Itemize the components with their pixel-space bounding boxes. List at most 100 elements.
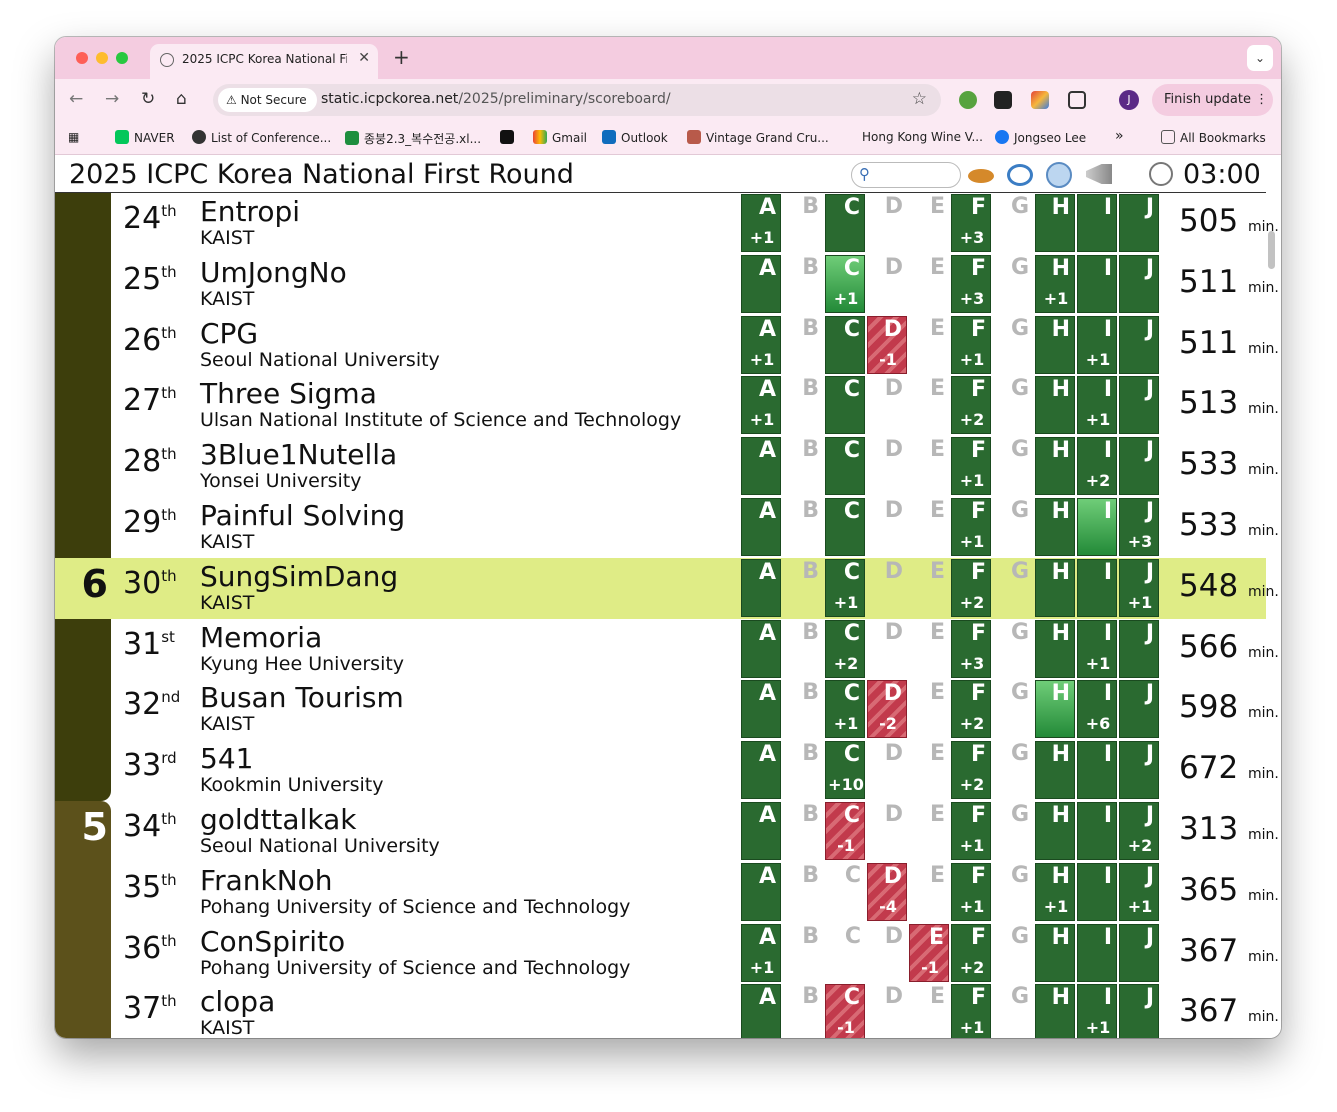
scrollbar-thumb[interactable] [1268, 231, 1275, 269]
problem-letter: E [929, 802, 945, 827]
bookmark-conferences[interactable]: List of Conference... [192, 130, 331, 145]
bookmark-vintage[interactable]: Vintage Grand Cru... [687, 130, 829, 145]
rank-number: 29 [123, 505, 162, 540]
problem-letter: D [884, 802, 903, 827]
apps-grid-icon[interactable]: ▦ [68, 130, 79, 144]
rank: 37th [123, 991, 177, 1026]
attempt-count: +1 [1085, 653, 1111, 673]
bookmark-star-icon[interactable]: ☆ [912, 89, 927, 109]
rank: 25th [123, 262, 177, 297]
extension-plus-icon[interactable] [959, 91, 977, 109]
problem-cell-j: J +1 [1119, 862, 1159, 921]
problem-cell-b: B [783, 255, 823, 313]
problem-cell-g: G [993, 376, 1033, 434]
bookmarks-bar: ▦ NAVER List of Conference... 종붕2.3_복수전공… [55, 121, 1281, 155]
bookmark-x[interactable] [500, 130, 519, 145]
attempt-count: +1 [1085, 349, 1111, 369]
tab-scoreboard[interactable]: 2025 ICPC Korea National First Round ✕ [150, 44, 378, 79]
avatar[interactable]: J [1119, 90, 1139, 110]
extension-box-icon[interactable] [994, 91, 1012, 109]
rank: 36th [123, 931, 177, 966]
problem-letter: G [1010, 437, 1029, 463]
attempt-count: +1 [749, 957, 775, 977]
problem-letter: F [970, 316, 986, 342]
problem-cell-a: A [741, 619, 781, 678]
chevron-down-icon[interactable]: ⌄ [1247, 45, 1273, 71]
problem-cell-i: I [1077, 802, 1117, 860]
close-icon[interactable]: ✕ [358, 50, 370, 66]
problem-cell-f: F +1 [951, 437, 991, 496]
problem-letter: B [802, 315, 819, 341]
attempt-count: +1 [1043, 288, 1069, 308]
all-bookmarks-button[interactable]: All Bookmarks [1161, 130, 1266, 145]
team-name: UmJongNo [200, 255, 347, 289]
megaphone-icon[interactable] [1086, 164, 1112, 184]
problem-cell-j: J [1119, 254, 1159, 313]
close-window-button[interactable] [76, 52, 88, 64]
university-name: KAIST [200, 531, 255, 553]
attempt-count: +1 [1127, 896, 1153, 916]
penalty-unit: min. [1248, 644, 1279, 661]
problem-letter: H [1051, 742, 1070, 768]
bookmark-facebook[interactable]: Jongseo Lee [995, 130, 1086, 145]
contest-timer: 03:00 [1183, 159, 1261, 190]
minimize-window-button[interactable] [96, 52, 108, 64]
problem-letter: F [970, 681, 986, 707]
table-row: 32nd Busan Tourism KAIST A B C +1 D -2 E F +2 G H I +6 J… [55, 679, 1279, 741]
rank-suffix: th [161, 566, 177, 585]
problem-cell-e: E [909, 680, 949, 738]
problem-letter: B [802, 680, 819, 706]
table-row: 37th clopa KAIST A B C -1 D E F +1 G H I +1 J 367 min. [55, 983, 1279, 1038]
browser-window: 2025 ICPC Korea National First Round ✕ +… [55, 37, 1281, 1038]
puzzle-icon[interactable] [1068, 91, 1086, 109]
home-icon[interactable]: ⌂ [176, 89, 187, 109]
problem-cell-f: F +1 [951, 984, 991, 1038]
problem-cell-h: H [1035, 315, 1075, 374]
finish-update-button[interactable]: Finish update ⋮ [1152, 84, 1273, 116]
rank-suffix: st [161, 627, 175, 646]
new-tab-button[interactable]: + [393, 45, 410, 69]
problem-cell-d: D -1 [867, 315, 907, 374]
bookmarks-overflow-button[interactable]: » [1115, 128, 1124, 144]
problem-letter: D [883, 316, 902, 342]
problem-letter: A [758, 255, 776, 281]
problem-letter: A [758, 863, 776, 889]
table-row: 6 30th SungSimDang KAIST A B C +1 D E F +2 G H I J +1 548… [55, 557, 1279, 619]
bookmark-naver[interactable]: NAVER [115, 130, 175, 145]
solved-count: 6 [81, 561, 108, 606]
rank-number: 33 [123, 748, 162, 784]
problem-cell-c: C [825, 498, 865, 556]
problem-cell-h: H +1 [1035, 254, 1075, 313]
attempt-count: +2 [1085, 471, 1111, 491]
problem-cell-h: H [1035, 619, 1075, 678]
zoom-window-button[interactable] [116, 52, 128, 64]
attempt-count: -1 [837, 836, 855, 855]
extension-color-icon[interactable] [1031, 91, 1049, 109]
kebab-menu-icon[interactable]: ⋮ [1255, 92, 1268, 107]
rugby-ball-icon[interactable] [968, 169, 994, 183]
security-chip[interactable]: ⚠ Not Secure [218, 88, 317, 112]
bookmark-hongkong-wine[interactable]: Hong Kong Wine V... [862, 130, 983, 144]
problem-cell-e: E -1 [909, 923, 949, 982]
penalty-time: 513 min. [1179, 385, 1279, 421]
back-arrow-icon[interactable]: ← [69, 89, 83, 109]
problem-letter: F [970, 255, 986, 281]
address-bar[interactable]: ⚠ Not Secure static.icpckorea.net/2025/p… [213, 84, 941, 116]
problem-cell-g: G [993, 802, 1033, 860]
url-text[interactable]: static.icpckorea.net/2025/preliminary/sc… [321, 91, 671, 107]
search-input[interactable]: ⚲ [851, 162, 961, 188]
rank-suffix: th [161, 262, 177, 281]
reload-icon[interactable]: ↻ [141, 89, 155, 109]
forward-arrow-icon[interactable]: → [105, 89, 119, 109]
problem-letter: C [843, 681, 860, 707]
bookmark-spreadsheet[interactable]: 종붕2.3_복수전공.xl... [345, 130, 481, 147]
attempt-count: +1 [1085, 1018, 1111, 1038]
penalty-time: 533 min. [1179, 446, 1279, 482]
bookmark-gmail[interactable]: Gmail [533, 130, 587, 145]
url-path: /2025/preliminary/scoreboard/ [458, 91, 671, 107]
rank: 28th [123, 444, 177, 479]
refresh-icon[interactable] [1007, 164, 1033, 186]
skip-forward-icon[interactable] [1046, 162, 1072, 188]
team-name: Entropi [200, 195, 300, 228]
bookmark-outlook[interactable]: Outlook [602, 130, 668, 145]
